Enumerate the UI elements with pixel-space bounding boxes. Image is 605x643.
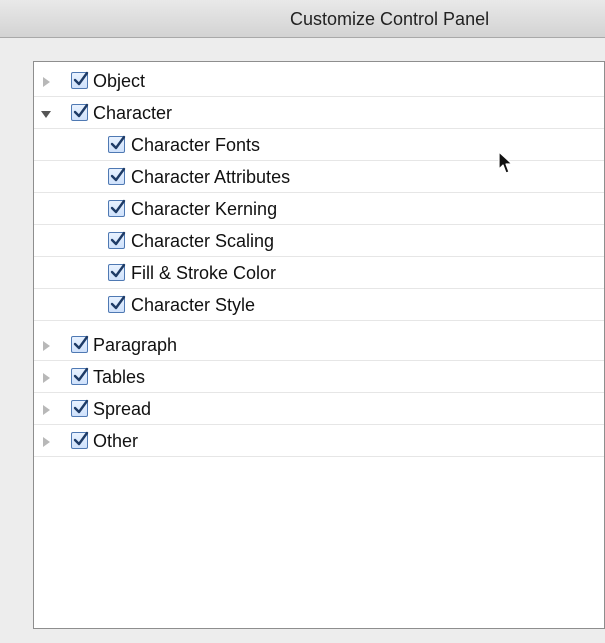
tree-item-object[interactable]: Object [34,66,604,97]
tree-item-tables[interactable]: Tables [34,362,604,393]
checkmark-icon [73,367,89,382]
triangle-right-icon[interactable] [38,338,54,354]
tree-item-spread[interactable]: Spread [34,394,604,425]
mouse-pointer-icon [498,151,516,175]
title-bar[interactable]: Customize Control Panel [0,0,605,38]
triangle-down-icon[interactable] [38,106,54,122]
checkbox-character-attributes[interactable] [108,167,126,185]
tree-item-label: Character Kerning [131,199,278,219]
customize-control-panel-window: Customize Control Panel Object Character [0,0,605,643]
checkbox-character-scaling[interactable] [108,231,126,249]
tree-item-character[interactable]: Character [34,98,604,129]
checkmark-icon [73,103,89,118]
tree-item-character-kerning[interactable]: Character Kerning [34,194,604,225]
checkmark-icon [110,231,126,246]
checkbox-spread[interactable] [71,399,89,417]
tree-item-fill-stroke-color[interactable]: Fill & Stroke Color [34,258,604,289]
checkmark-icon [110,167,126,182]
checkmark-icon [73,71,89,86]
triangle-right-icon[interactable] [38,74,54,90]
checkmark-icon [73,335,89,350]
window-title: Customize Control Panel [290,9,490,29]
checkmark-icon [73,399,89,414]
tree-item-label: Spread [93,399,152,419]
checkbox-fill-stroke-color[interactable] [108,263,126,281]
checkbox-other[interactable] [71,431,89,449]
tree-item-label: Paragraph [93,335,178,355]
tree-item-label: Tables [93,367,146,387]
checkbox-character[interactable] [71,103,89,121]
triangle-right-icon[interactable] [38,434,54,450]
tree-item-label: Fill & Stroke Color [131,263,277,283]
checkbox-object[interactable] [71,71,89,89]
checkmark-icon [110,135,126,150]
tree-item-label: Character [93,103,173,123]
tree-item-label: Character Style [131,295,256,315]
checkbox-tables[interactable] [71,367,89,385]
checkmark-icon [73,431,89,446]
checkmark-icon [110,263,126,278]
tree-item-label: Object [93,71,146,91]
checkbox-paragraph[interactable] [71,335,89,353]
control-panel-tree[interactable]: Object Character Character Fonts Charact… [33,61,605,629]
checkbox-character-style[interactable] [108,295,126,313]
tree-item-character-scaling[interactable]: Character Scaling [34,226,604,257]
tree-item-label: Character Attributes [131,167,291,187]
tree-item-label: Other [93,431,139,451]
tree-item-character-style[interactable]: Character Style [34,290,604,321]
tree-item-character-attributes[interactable]: Character Attributes [34,162,604,193]
checkmark-icon [110,295,126,310]
tree-item-label: Character Scaling [131,231,275,251]
triangle-right-icon[interactable] [38,370,54,386]
tree-item-other[interactable]: Other [34,426,604,457]
tree-item-character-fonts[interactable]: Character Fonts [34,130,604,161]
checkbox-character-kerning[interactable] [108,199,126,217]
checkmark-icon [110,199,126,214]
tree-item-paragraph[interactable]: Paragraph [34,330,604,361]
tree-item-label: Character Fonts [131,135,261,155]
triangle-right-icon[interactable] [38,402,54,418]
checkbox-character-fonts[interactable] [108,135,126,153]
